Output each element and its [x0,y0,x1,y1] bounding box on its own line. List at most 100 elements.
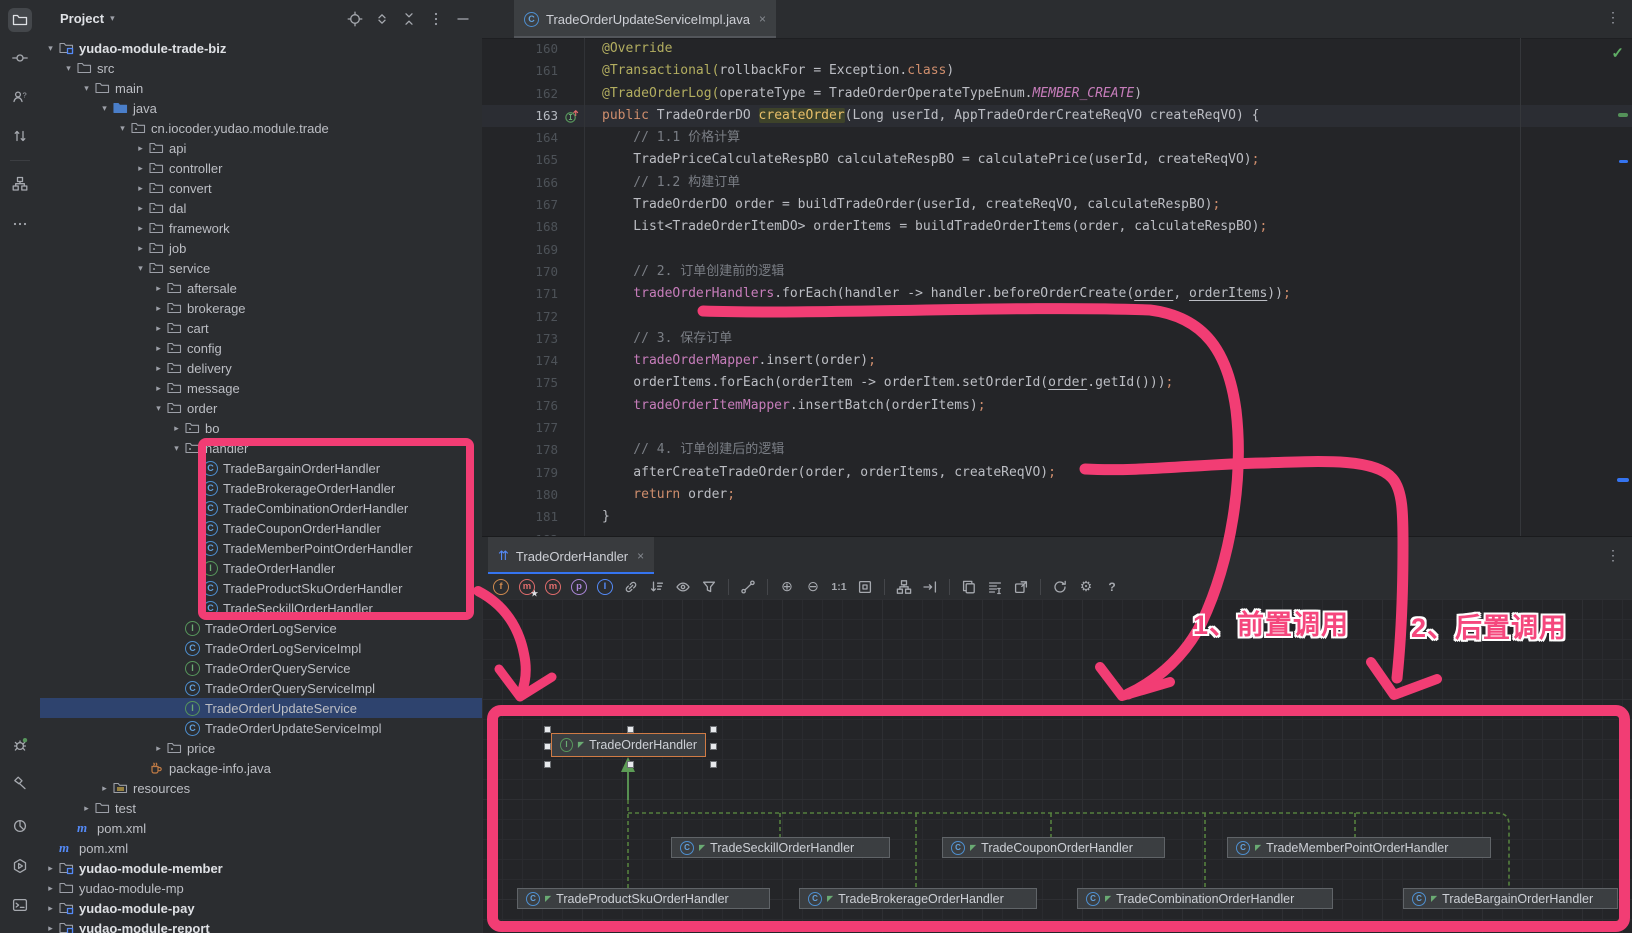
diagram-node-TradeOrderHandler[interactable]: I◤TradeOrderHandler [551,733,706,757]
code-line-182[interactable]: 182 [482,529,1632,536]
chevron-right-icon[interactable]: ▸ [150,383,167,394]
terminal-tool-icon[interactable] [8,893,32,917]
code-line-172[interactable]: 172 [482,306,1632,328]
show-properties-icon[interactable]: p [568,577,590,597]
tree-item-TradeBargainOrderHandler[interactable]: CTradeBargainOrderHandler [40,458,482,478]
tree-item-TradeOrderUpdateServiceImpl[interactable]: CTradeOrderUpdateServiceImpl [40,718,482,738]
show-fields-icon[interactable]: f [490,577,512,597]
tree-item-order[interactable]: ▾order [40,398,482,418]
diagram-node-TradeSeckillOrderHandler[interactable]: C◤TradeSeckillOrderHandler [671,837,890,858]
chevron-right-icon[interactable]: ▸ [132,143,149,154]
show-inner-classes-icon[interactable]: I [594,577,616,597]
tree-item-yudao-module-report[interactable]: ▸yudao-module-report [40,918,482,933]
show-methods-icon[interactable]: m [542,577,564,597]
actual-size-icon[interactable]: 1:1 [828,577,850,597]
locate-file-icon[interactable] [346,10,364,28]
project-panel-title[interactable]: Project [60,11,104,26]
filter-icon[interactable] [698,577,720,597]
close-icon[interactable]: × [759,12,766,26]
editor-tab[interactable]: C TradeOrderUpdateServiceImpl.java × [514,0,776,38]
code-line-176[interactable]: 176tradeOrderItemMapper.insertBatch(orde… [482,395,1632,417]
tree-item-resources[interactable]: ▸resources [40,778,482,798]
diagram-node-TradeProductSkuOrderHandler[interactable]: C◤TradeProductSkuOrderHandler [517,888,770,909]
tree-item-TradeOrderHandler[interactable]: ITradeOrderHandler [40,558,482,578]
diagram-node-TradeCouponOrderHandler[interactable]: C◤TradeCouponOrderHandler [942,837,1165,858]
tree-item-TradeOrderQueryService[interactable]: ITradeOrderQueryService [40,658,482,678]
diagram-settings-icon[interactable]: ⚙ [1075,577,1097,597]
selection-handle[interactable] [544,743,551,750]
tree-item-controller[interactable]: ▸controller [40,158,482,178]
tree-item-delivery[interactable]: ▸delivery [40,358,482,378]
more-tools-icon[interactable] [8,212,32,236]
tree-item-service[interactable]: ▾service [40,258,482,278]
diagram-node-TradeCombinationOrderHandler[interactable]: C◤TradeCombinationOrderHandler [1077,888,1333,909]
diagram-tab[interactable]: ⇈ TradeOrderHandler × [488,537,654,575]
tree-item-yudao-module-member[interactable]: ▸yudao-module-member [40,858,482,878]
tree-item-pom.xml[interactable]: mpom.xml [40,818,482,838]
tree-item-TradeOrderLogService[interactable]: ITradeOrderLogService [40,618,482,638]
tree-item-test[interactable]: ▸test [40,798,482,818]
tree-item-TradeOrderLogServiceImpl[interactable]: CTradeOrderLogServiceImpl [40,638,482,658]
chevron-down-icon[interactable]: ▾ [96,103,113,114]
selection-handle[interactable] [627,726,634,733]
tree-item-price[interactable]: ▸price [40,738,482,758]
chevron-right-icon[interactable]: ▸ [150,363,167,374]
tree-item-cn.iocoder.yudao.module.trade[interactable]: ▾cn.iocoder.yudao.module.trade [40,118,482,138]
code-line-168[interactable]: 168List<TradeOrderItemDO> orderItems = b… [482,216,1632,238]
services-tool-icon[interactable] [8,854,32,878]
diagram-options-icon[interactable]: ⋮ [1606,547,1620,564]
tree-item-TradeOrderUpdateService[interactable]: ITradeOrderUpdateService [40,698,482,718]
hidden-tabs-icon[interactable]: ⋮ [1606,9,1620,26]
tree-item-TradeOrderQueryServiceImpl[interactable]: CTradeOrderQueryServiceImpl [40,678,482,698]
code-line-174[interactable]: 174tradeOrderMapper.insert(order); [482,350,1632,372]
code-line-163[interactable]: 163Ipublic TradeOrderDO createOrder(Long… [482,105,1632,127]
diagram-canvas[interactable]: I◤TradeOrderHandler C◤TradeSeckillOrderHa… [482,599,1632,933]
code-line-165[interactable]: 165TradePriceCalculateRespBO calculateRe… [482,149,1632,171]
chevron-right-icon[interactable]: ▸ [150,283,167,294]
code-line-178[interactable]: 178// 4. 订单创建后的逻辑 [482,439,1632,461]
tree-item-yudao-module-mp[interactable]: ▸yudao-module-mp [40,878,482,898]
tree-item-cart[interactable]: ▸cart [40,318,482,338]
profiler-tool-icon[interactable] [8,814,32,838]
tree-item-TradeCouponOrderHandler[interactable]: CTradeCouponOrderHandler [40,518,482,538]
code-line-175[interactable]: 175orderItems.forEach(orderItem -> order… [482,372,1632,394]
code-line-171[interactable]: 171tradeOrderHandlers.forEach(handler ->… [482,283,1632,305]
apply-layout-icon[interactable] [893,577,915,597]
close-icon[interactable]: × [637,549,644,563]
chevron-down-icon[interactable]: ▾ [42,43,59,54]
show-dependencies-icon[interactable] [620,577,642,597]
chevron-right-icon[interactable]: ▸ [132,183,149,194]
code-line-173[interactable]: 173// 3. 保存订单 [482,328,1632,350]
commit-tool-icon[interactable] [8,46,32,70]
tree-item-brokerage[interactable]: ▸brokerage [40,298,482,318]
show-constructors-icon[interactable]: m★ [516,577,538,597]
chevron-down-icon[interactable]: ▾ [78,83,95,94]
scrollbar-mark-blue[interactable] [1617,478,1629,482]
selection-handle[interactable] [710,743,717,750]
copy-diagram-icon[interactable] [958,577,980,597]
chevron-right-icon[interactable]: ▸ [150,343,167,354]
code-line-160[interactable]: 160@Override [482,38,1632,60]
tree-item-framework[interactable]: ▸framework [40,218,482,238]
code-line-164[interactable]: 164// 1.1 价格计算 [482,127,1632,149]
zoom-in-icon[interactable]: ⊕ [776,577,798,597]
chevron-right-icon[interactable]: ▸ [42,903,59,914]
tree-item-yudao-module-trade-biz[interactable]: ▾yudao-module-trade-biz [40,38,482,58]
scrollbar-mark-green[interactable] [1618,113,1628,117]
code-line-169[interactable]: 169 [482,239,1632,261]
code-line-180[interactable]: 180return order; [482,484,1632,506]
chevron-right-icon[interactable]: ▸ [150,303,167,314]
code-line-179[interactable]: 179afterCreateTradeOrder(order, orderIte… [482,462,1632,484]
learn-tool-icon[interactable]: ? [8,85,32,109]
tree-item-config[interactable]: ▸config [40,338,482,358]
code-line-166[interactable]: 166// 1.2 构建订单 [482,172,1632,194]
tree-item-package-info.java[interactable]: package-info.java [40,758,482,778]
tree-item-message[interactable]: ▸message [40,378,482,398]
zoom-out-icon[interactable]: ⊖ [802,577,824,597]
chevron-down-icon[interactable]: ▾ [150,403,167,414]
chevron-right-icon[interactable]: ▸ [96,783,113,794]
chevron-right-icon[interactable]: ▸ [132,203,149,214]
tree-item-TradeSeckillOrderHandler[interactable]: CTradeSeckillOrderHandler [40,598,482,618]
project-tool-icon[interactable] [8,8,32,32]
tree-item-yudao-module-pay[interactable]: ▸yudao-module-pay [40,898,482,918]
